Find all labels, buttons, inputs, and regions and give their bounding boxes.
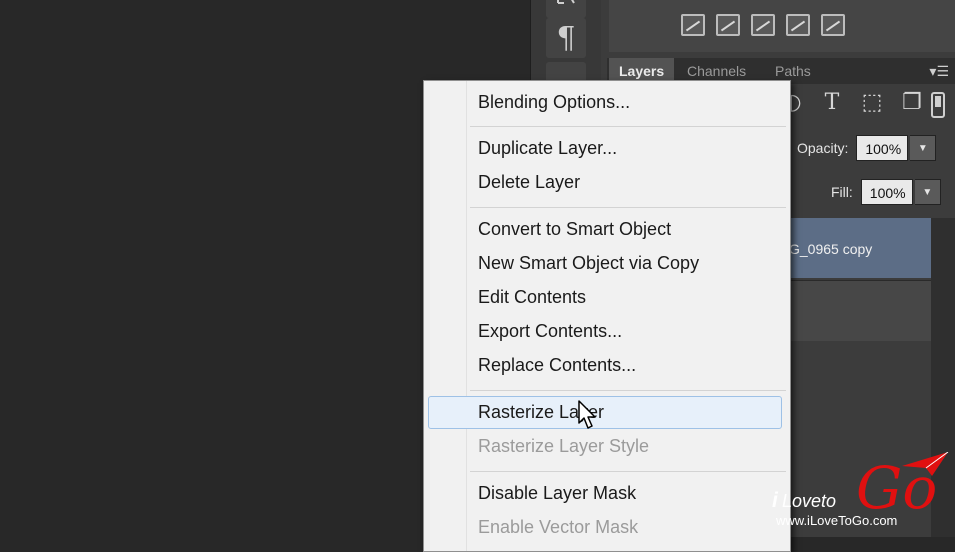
logo-loveto-text: Loveto	[782, 491, 837, 511]
type-filter-icon[interactable]: T	[821, 92, 843, 114]
filter-pixel-icon[interactable]	[681, 14, 705, 36]
mouse-pointer-icon	[578, 400, 596, 429]
filter-smart-object-icon[interactable]	[821, 14, 845, 36]
menu-item-convert-to-smart-object[interactable]: Convert to Smart Object	[478, 219, 671, 240]
layer-context-menu: Blending Options... Duplicate Layer... D…	[423, 80, 791, 552]
panel-menu-icon[interactable]: ▾☰	[929, 63, 949, 80]
menu-separator	[470, 126, 786, 127]
menu-separator	[470, 471, 786, 472]
layer-name: G_0965 copy	[789, 241, 873, 257]
fill-input[interactable]: 100%	[860, 179, 913, 205]
menu-item-enable-vector-mask: Enable Vector Mask	[478, 517, 639, 537]
shape-filter-icon[interactable]: ⬚	[861, 92, 883, 114]
logo-url: www.iLoveToGo.com	[776, 513, 898, 528]
layer-filter-icons	[681, 14, 845, 36]
logo-i-text: i	[772, 489, 778, 512]
layer-row[interactable]	[781, 280, 931, 341]
menu-item-blending-options[interactable]: Blending Options...	[478, 92, 630, 113]
paragraph-tool-icon[interactable]: ¶	[546, 18, 586, 58]
menu-item-replace-contents[interactable]: Replace Contents...	[478, 355, 636, 376]
menu-item-duplicate-layer[interactable]: Duplicate Layer...	[478, 138, 617, 159]
menu-icon-gutter	[424, 81, 467, 551]
smart-object-filter-icon[interactable]: ❐	[901, 92, 923, 114]
fill-control: Fill: 100% ▼	[831, 177, 941, 207]
filter-type-icon[interactable]	[751, 14, 775, 36]
opacity-input[interactable]: 100%	[856, 135, 909, 161]
fill-label: Fill:	[831, 184, 853, 200]
menu-item-disable-layer-mask[interactable]: Disable Layer Mask	[478, 483, 636, 504]
watermark-logo: Go i Loveto www.iLoveToGo.com	[772, 448, 955, 537]
filter-toggle-switch[interactable]	[931, 92, 945, 118]
menu-separator	[470, 207, 786, 208]
opacity-label: Opacity:	[797, 140, 849, 156]
layer-kind-filters: ◐ T ⬚ ❐	[781, 92, 923, 114]
logo-go-text: Go	[856, 454, 938, 522]
menu-item-rasterize-layer-style: Rasterize Layer Style	[478, 436, 650, 456]
fill-dropdown-icon[interactable]: ▼	[914, 179, 941, 205]
filter-shape-icon[interactable]	[786, 14, 810, 36]
menu-item-edit-contents[interactable]: Edit Contents	[478, 287, 586, 308]
panel-top-bar	[609, 0, 955, 52]
menu-separator	[470, 390, 786, 391]
character-tool-icon[interactable]	[546, 0, 586, 18]
opacity-control: Opacity: 100% ▼	[797, 133, 937, 163]
menu-item-delete-layer[interactable]: Delete Layer	[478, 172, 580, 193]
filter-adjustment-icon[interactable]	[716, 14, 740, 36]
menu-item-new-smart-object-via-copy[interactable]: New Smart Object via Copy	[478, 253, 699, 274]
menu-item-export-contents[interactable]: Export Contents...	[478, 321, 622, 342]
opacity-dropdown-icon[interactable]: ▼	[910, 135, 937, 161]
